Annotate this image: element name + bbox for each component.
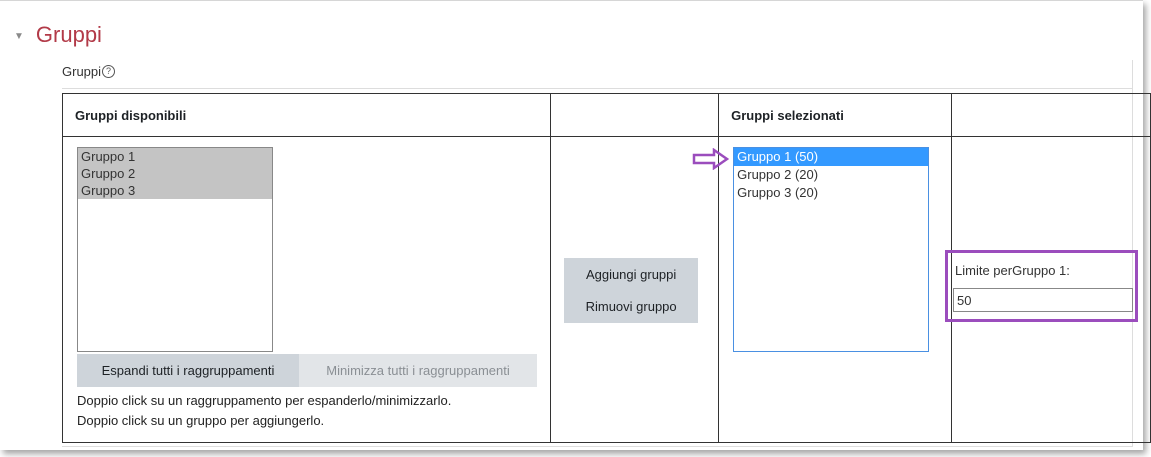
selected-groups-list[interactable]: Gruppo 1 (50) Gruppo 2 (20) Gruppo 3 (20…: [733, 147, 930, 352]
remove-group-button[interactable]: Rimuovi gruppo: [564, 290, 699, 323]
collapse-all-button[interactable]: Minimizza tutti i raggruppamenti: [299, 354, 537, 387]
divider-bottom: [62, 446, 1133, 447]
expand-all-button[interactable]: Espandi tutti i raggruppamenti: [77, 354, 299, 387]
table-header-row: Gruppi disponibili Gruppi selezionati: [61, 93, 1151, 137]
header-actions: [550, 93, 720, 137]
selected-cell: Gruppo 1 (50) Gruppo 2 (20) Gruppo 3 (20…: [718, 136, 953, 443]
groups-field-label: Gruppi ?: [62, 64, 116, 79]
hint-add: Doppio click su un gruppo per aggiungerl…: [77, 413, 325, 428]
divider-top: [62, 88, 1133, 89]
header-selected-groups: Gruppi selezionati: [718, 93, 953, 137]
available-group-item[interactable]: Gruppo 1: [78, 148, 272, 165]
available-cell: Gruppo 1 Gruppo 2 Gruppo 3 Espandi tutti…: [61, 136, 552, 443]
available-group-item[interactable]: Gruppo 2: [78, 165, 272, 182]
selected-group-item[interactable]: Gruppo 1 (50): [734, 148, 929, 166]
header-available-groups: Gruppi disponibili: [61, 93, 552, 137]
arrow-right-icon: [692, 148, 730, 170]
field-label-text: Gruppi: [62, 64, 102, 79]
selected-group-item[interactable]: Gruppo 2 (20): [734, 166, 928, 184]
help-icon[interactable]: ?: [102, 65, 116, 78]
selected-group-item[interactable]: Gruppo 3 (20): [734, 184, 928, 202]
actions-cell: Aggiungi gruppi Rimuovi gruppo: [550, 136, 720, 443]
available-groups-list[interactable]: Gruppo 1 Gruppo 2 Gruppo 3: [77, 147, 273, 352]
section-header[interactable]: ▼ Gruppi: [14, 22, 102, 48]
section-title: Gruppi: [35, 22, 102, 47]
hint-expand: Doppio click su un raggruppamento per es…: [77, 393, 452, 408]
chevron-down-icon[interactable]: ▼: [14, 31, 24, 42]
limit-label: Limite perGruppo 1:: [955, 263, 1070, 278]
limit-input[interactable]: [953, 288, 1133, 312]
available-group-item[interactable]: Gruppo 3: [78, 182, 272, 199]
header-limit: [951, 93, 1151, 137]
add-groups-button[interactable]: Aggiungi gruppi: [564, 258, 699, 290]
